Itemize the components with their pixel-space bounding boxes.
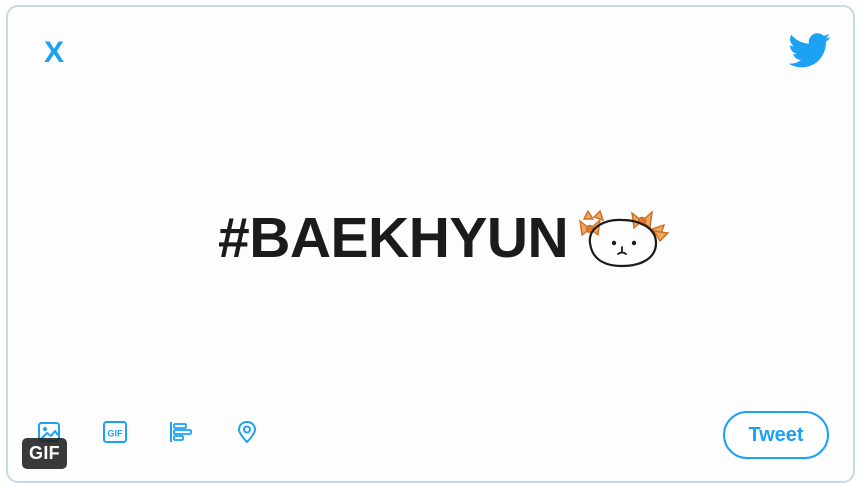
compose-toolbar: GIF: [36, 419, 260, 445]
puppy-doodle-icon: [579, 209, 670, 268]
close-button[interactable]: X: [38, 37, 70, 69]
gif-icon-text: GIF: [108, 429, 124, 439]
headline: #BAEKHYUN: [218, 203, 672, 273]
gif-badge: GIF: [22, 438, 67, 469]
location-icon[interactable]: [234, 419, 260, 445]
poll-icon[interactable]: [168, 419, 194, 445]
gif-icon[interactable]: GIF: [102, 419, 128, 445]
tweet-button[interactable]: Tweet: [723, 411, 829, 459]
twitter-bird-icon: [789, 33, 831, 68]
compose-card: X #BAEKHYUN GIF Tweet: [6, 5, 855, 483]
hashtag-text: #BAEKHYUN: [218, 206, 569, 270]
